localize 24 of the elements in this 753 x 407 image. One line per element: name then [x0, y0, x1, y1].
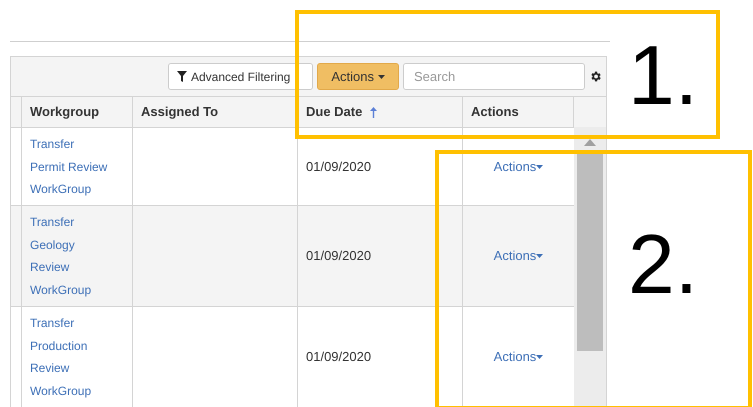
annotation-label: 1.	[628, 33, 698, 117]
workgroup-link[interactable]: Transfer Production Review WorkGroup	[30, 312, 110, 402]
actions-link[interactable]: Actions	[494, 347, 544, 367]
annotation-label: 2.	[628, 222, 698, 306]
scrollbar-thumb[interactable]	[577, 154, 603, 351]
actions-link[interactable]: Actions	[494, 156, 544, 176]
caret-icon	[536, 254, 544, 258]
sort-arrow-icon	[370, 106, 378, 118]
filter-icon	[176, 71, 187, 82]
due-date-cell-text: 01/09/2020	[306, 158, 372, 176]
caret-icon	[378, 74, 385, 78]
search-field[interactable]: Search	[403, 63, 585, 90]
settings-icon[interactable]	[589, 70, 602, 83]
workgroup-link[interactable]: Transfer Permit Review WorkGroup	[30, 133, 110, 200]
caret-icon	[536, 164, 544, 168]
actions-button[interactable]: Actions	[317, 63, 399, 90]
scroll-up-icon[interactable]	[584, 139, 596, 146]
actions-link[interactable]: Actions	[494, 246, 544, 266]
due-date-cell-text: 01/09/2020	[306, 247, 372, 266]
due-date-cell-text: 01/09/2020	[306, 348, 372, 366]
advanced-filtering-button[interactable]: Advanced Filtering	[168, 63, 314, 90]
workgroup-link[interactable]: Transfer Geology Review WorkGroup	[30, 211, 110, 301]
caret-icon	[536, 355, 544, 359]
scrollbar[interactable]	[574, 127, 606, 407]
